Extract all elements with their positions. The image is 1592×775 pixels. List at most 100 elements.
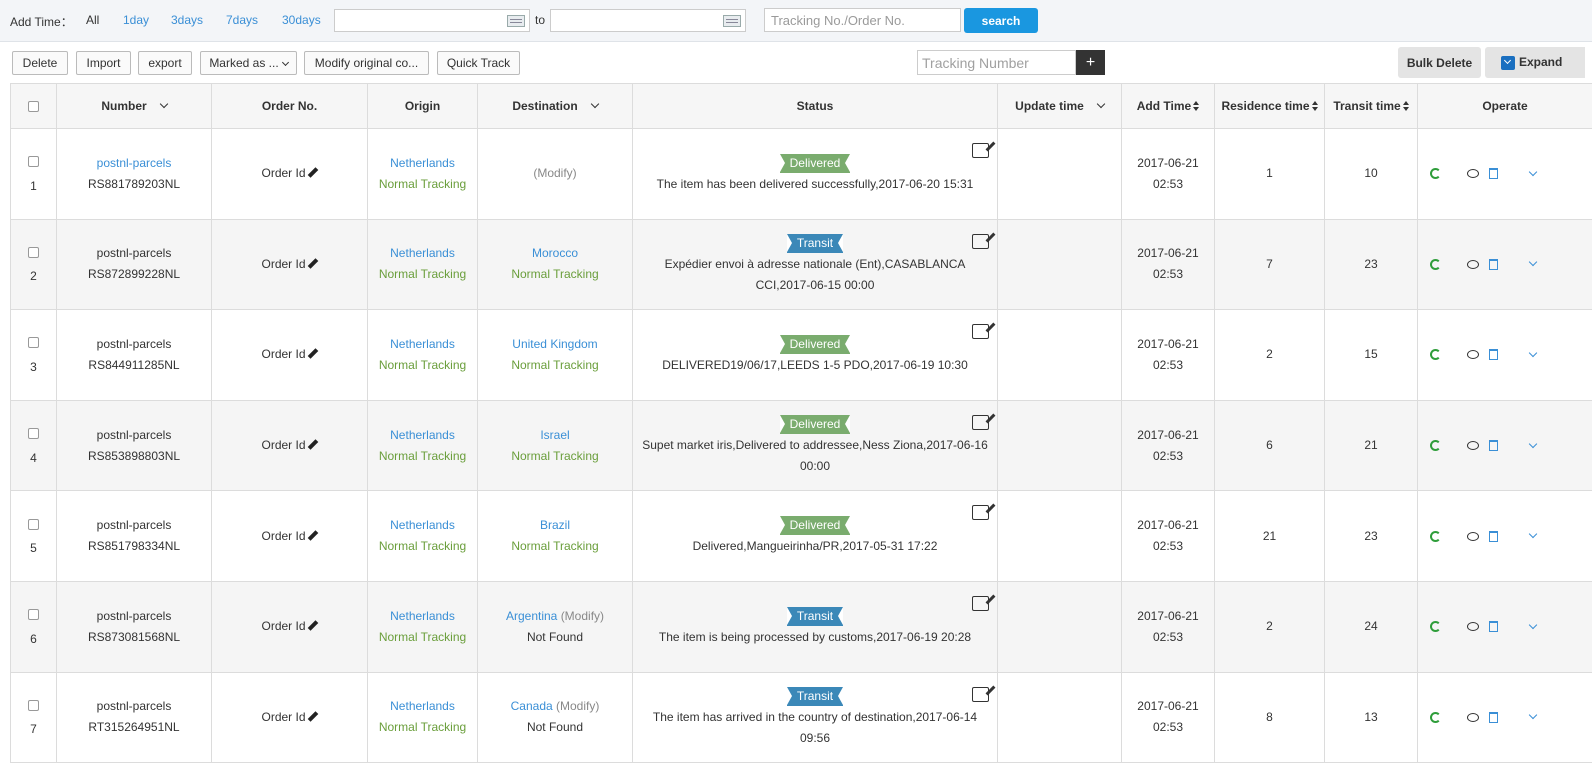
add-tracking-button[interactable]: + — [1076, 50, 1105, 75]
trash-icon[interactable] — [1489, 530, 1498, 542]
destination-country[interactable]: Morocco — [532, 246, 578, 260]
origin-country[interactable]: Netherlands — [390, 699, 455, 713]
pencil-icon[interactable] — [308, 259, 318, 269]
update-time-header[interactable]: Update time — [997, 83, 1122, 129]
comment-icon[interactable] — [1467, 441, 1479, 451]
edit-icon[interactable] — [972, 686, 989, 702]
add-time-header[interactable]: Add Time — [1121, 83, 1215, 129]
comment-icon[interactable] — [1467, 531, 1479, 541]
destination-country[interactable]: Canada — [511, 699, 553, 713]
start-date-input[interactable] — [334, 9, 530, 32]
destination-country[interactable]: Argentina — [506, 609, 557, 623]
destination-country[interactable]: United Kingdom — [512, 337, 597, 351]
chevron-down-icon[interactable] — [159, 99, 168, 109]
comment-icon[interactable] — [1467, 622, 1479, 632]
refresh-icon[interactable] — [1430, 168, 1441, 180]
carrier-name[interactable]: postnl-parcels — [97, 156, 172, 170]
edit-icon[interactable] — [972, 414, 989, 430]
pencil-icon[interactable] — [308, 440, 318, 450]
edit-icon[interactable] — [972, 595, 989, 611]
export-button[interactable]: export — [138, 51, 192, 75]
pencil-icon[interactable] — [308, 349, 318, 359]
chevron-down-icon[interactable] — [1528, 439, 1538, 448]
pencil-icon[interactable] — [308, 712, 318, 722]
sort-icon[interactable] — [1402, 101, 1409, 111]
sort-icon[interactable] — [1311, 101, 1318, 111]
edit-icon[interactable] — [972, 505, 989, 521]
bulk-delete-button[interactable]: Bulk Delete — [1398, 47, 1481, 78]
row-checkbox[interactable] — [28, 609, 39, 621]
chevron-down-icon[interactable] — [1528, 258, 1538, 267]
import-button[interactable]: Import — [76, 51, 131, 75]
filter-all-link[interactable]: All — [86, 13, 99, 27]
refresh-icon[interactable] — [1430, 530, 1441, 542]
refresh-icon[interactable] — [1430, 258, 1441, 270]
destination-modify-link[interactable]: (Modify) — [561, 609, 604, 623]
comment-icon[interactable] — [1467, 259, 1479, 269]
marked-as-dropdown[interactable]: Marked as ... — [200, 51, 297, 75]
trash-icon[interactable] — [1489, 440, 1498, 452]
row-checkbox[interactable] — [28, 518, 39, 530]
tracking-order-search-input[interactable] — [764, 8, 961, 32]
modify-original-country-button[interactable]: Modify original co... — [304, 51, 429, 75]
origin-country[interactable]: Netherlands — [390, 518, 455, 532]
search-button[interactable]: search — [964, 8, 1038, 33]
chevron-down-icon[interactable] — [1528, 711, 1538, 720]
chevron-down-icon[interactable] — [1528, 529, 1538, 539]
filter-7days-link[interactable]: 7days — [226, 13, 258, 27]
origin-country[interactable]: Netherlands — [390, 609, 455, 623]
refresh-icon[interactable] — [1430, 349, 1441, 361]
row-checkbox[interactable] — [28, 337, 39, 349]
destination-country[interactable]: Israel — [540, 428, 569, 442]
pencil-icon[interactable] — [308, 168, 318, 178]
chevron-down-icon[interactable] — [1528, 348, 1538, 358]
trash-icon[interactable] — [1489, 711, 1498, 723]
filter-1day-link[interactable]: 1day — [123, 13, 149, 27]
row-checkbox[interactable] — [28, 427, 39, 439]
tracking-number-input[interactable] — [917, 50, 1076, 75]
calendar-icon[interactable] — [507, 15, 525, 27]
transit-time-header[interactable]: Transit time — [1324, 83, 1418, 129]
pencil-icon[interactable] — [308, 621, 318, 631]
row-checkbox[interactable] — [28, 156, 39, 168]
origin-country[interactable]: Netherlands — [390, 428, 455, 442]
destination-header[interactable]: Destination — [477, 83, 633, 129]
destination-modify-link[interactable]: (Modify) — [556, 699, 599, 713]
comment-icon[interactable] — [1467, 712, 1479, 722]
refresh-icon[interactable] — [1430, 621, 1441, 633]
edit-icon[interactable] — [972, 143, 989, 158]
row-checkbox[interactable] — [28, 246, 39, 258]
number-header[interactable]: Number — [56, 83, 212, 129]
origin-country[interactable]: Netherlands — [390, 246, 455, 260]
chevron-down-icon[interactable] — [590, 99, 599, 109]
trash-icon[interactable] — [1489, 349, 1498, 361]
expand-button[interactable]: Expand — [1485, 47, 1585, 78]
chevron-down-icon[interactable] — [1528, 620, 1538, 630]
origin-country[interactable]: Netherlands — [390, 156, 455, 170]
comment-icon[interactable] — [1467, 169, 1479, 179]
refresh-icon[interactable] — [1430, 711, 1441, 723]
sort-icon[interactable] — [1193, 101, 1200, 111]
chevron-down-icon[interactable] — [1528, 167, 1538, 177]
delete-button[interactable]: Delete — [12, 51, 68, 75]
trash-icon[interactable] — [1489, 621, 1498, 633]
pencil-icon[interactable] — [308, 531, 318, 541]
destination-country[interactable]: Brazil — [540, 518, 570, 532]
end-date-input[interactable] — [550, 9, 746, 32]
origin-country[interactable]: Netherlands — [390, 337, 455, 351]
quick-track-button[interactable]: Quick Track — [437, 51, 520, 75]
chevron-down-icon[interactable] — [1096, 99, 1106, 109]
refresh-icon[interactable] — [1430, 440, 1441, 452]
destination-modify-link[interactable]: (Modify) — [533, 166, 576, 180]
edit-icon[interactable] — [972, 233, 989, 249]
comment-icon[interactable] — [1467, 350, 1479, 360]
filter-3days-link[interactable]: 3days — [171, 13, 203, 27]
calendar-icon[interactable] — [723, 15, 741, 27]
edit-icon[interactable] — [972, 324, 989, 340]
select-all-checkbox[interactable] — [28, 101, 39, 113]
row-checkbox[interactable] — [28, 699, 39, 711]
filter-30days-link[interactable]: 30days — [282, 13, 321, 27]
trash-icon[interactable] — [1489, 258, 1498, 270]
trash-icon[interactable] — [1489, 168, 1498, 180]
residence-time-header[interactable]: Residence time — [1214, 83, 1325, 129]
